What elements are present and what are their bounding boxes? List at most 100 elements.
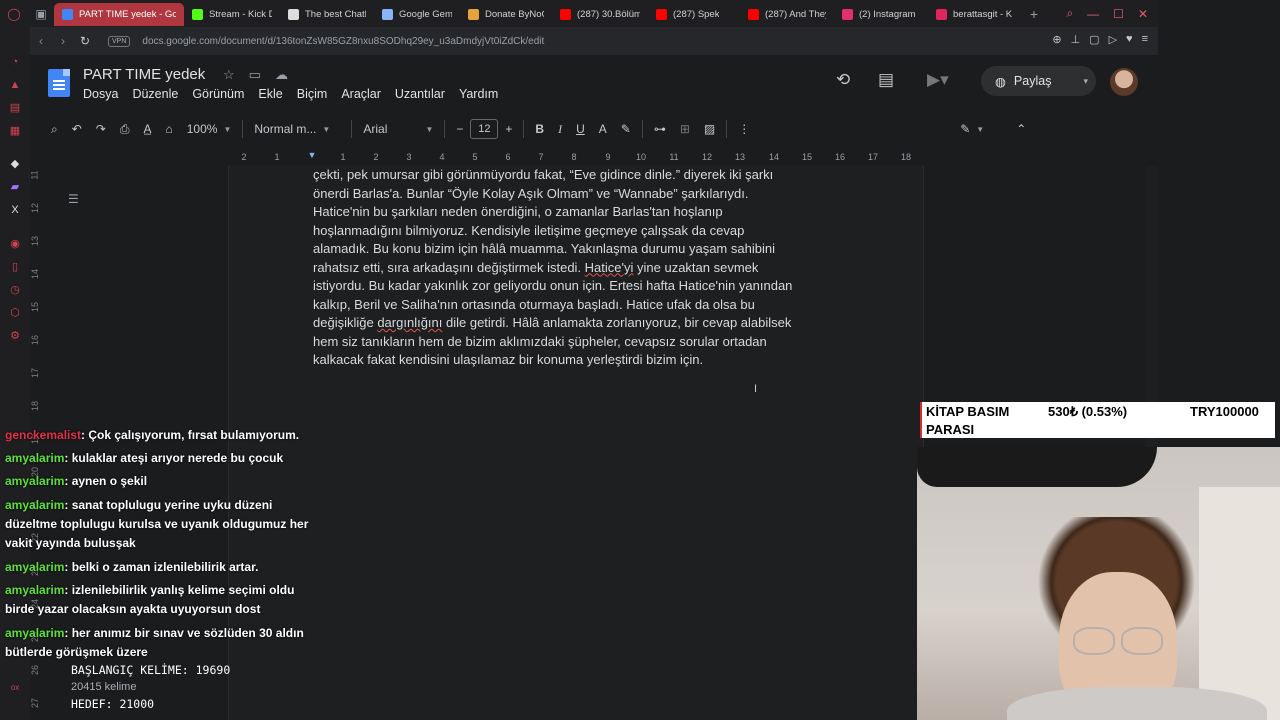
indent-marker-icon[interactable]: ▼ <box>308 150 317 160</box>
avatar[interactable] <box>1110 68 1138 96</box>
underline-icon[interactable]: U <box>569 122 592 136</box>
settings-icon[interactable]: ⚙ <box>8 329 22 343</box>
comments-icon[interactable]: ▤ <box>878 70 894 90</box>
font-size-input[interactable]: 12 <box>470 119 499 139</box>
zoom-icon[interactable]: ⊕ <box>1052 33 1061 46</box>
chat-username[interactable]: amyalarim <box>5 583 64 597</box>
increase-font-icon[interactable]: + <box>498 122 519 136</box>
move-folder-icon[interactable]: ▭ <box>249 67 261 83</box>
twitch-icon[interactable]: ▰ <box>8 180 22 194</box>
sidebar-icon-2[interactable]: ▲ <box>8 78 22 92</box>
star-icon[interactable]: ☆ <box>223 67 235 83</box>
spelling-error[interactable]: dargınlığını <box>377 315 442 330</box>
browser-tab[interactable]: (287) And They <box>740 3 834 26</box>
browser-tab[interactable]: Stream - Kick D <box>184 3 280 26</box>
back-icon[interactable]: ‹ <box>30 34 52 48</box>
editing-mode-icon[interactable]: ✎ ▼ <box>953 122 991 136</box>
document-title[interactable]: PART TIME yedek <box>83 66 205 83</box>
menu-item[interactable]: Dosya <box>83 87 118 101</box>
browser-tab[interactable]: berattasgit - Ki <box>928 3 1020 26</box>
browser-tab[interactable]: PART TIME yedek - Goog <box>54 3 184 26</box>
chat-username[interactable]: genckemalist <box>5 428 81 442</box>
chat-username[interactable]: amyalarim <box>5 626 64 640</box>
browser-tab[interactable]: Donate ByNoGa <box>460 3 552 26</box>
maximize-icon[interactable]: ☐ <box>1113 7 1124 21</box>
meet-icon[interactable]: ▶▾ <box>927 70 949 90</box>
reload-icon[interactable]: ↻ <box>74 34 96 48</box>
browser-tab[interactable]: Google Gemini <box>374 3 460 26</box>
sidebar-icon-3[interactable]: ▤ <box>8 101 22 115</box>
browser-tab[interactable]: (2) Instagram <box>834 3 928 26</box>
url-field[interactable]: docs.google.com/document/d/136tonZsW85GZ… <box>142 36 544 47</box>
word-count[interactable]: 20415 kelime <box>71 679 230 696</box>
ruler-number: 2 <box>241 152 247 162</box>
sidebar-icon-1[interactable]: ◔ <box>8 55 22 69</box>
snapshot-icon[interactable]: ▢ <box>1089 33 1099 46</box>
zoom-select[interactable]: 100% ▼ <box>180 122 239 136</box>
browser-tab[interactable]: (287) 30.Bölüm <box>552 3 648 26</box>
text-color-icon[interactable]: A <box>592 122 614 136</box>
style-select[interactable]: Normal m... ▼ <box>247 122 347 136</box>
chat-username[interactable]: amyalarim <box>5 560 64 574</box>
menu-item[interactable]: Düzenle <box>132 87 178 101</box>
bookmark-heart-icon[interactable]: ♥ <box>1126 33 1133 46</box>
search-tabs-icon[interactable]: ⌕ <box>1066 6 1073 21</box>
menu-item[interactable]: Görünüm <box>192 87 244 101</box>
spellcheck-icon[interactable]: A̲ <box>136 122 158 136</box>
minimize-icon[interactable]: — <box>1087 7 1099 21</box>
italic-icon[interactable]: I <box>551 122 569 137</box>
paint-format-icon[interactable]: ⌂ <box>158 122 179 136</box>
docs-logo-icon[interactable] <box>48 69 70 97</box>
horizontal-ruler[interactable]: 2 1 1 2 3 4 5 6 7 8 9 10 11 12 13 14 15 16 17 18 ▼ <box>228 150 924 166</box>
print-icon[interactable]: ⎙ <box>113 122 137 137</box>
opera-logo-icon[interactable]: ◯ <box>0 0 28 27</box>
easy-setup-icon[interactable]: ≡ <box>1142 33 1148 46</box>
extensions-icon[interactable]: ⬡ <box>8 306 22 320</box>
chat-username[interactable]: amyalarim <box>5 474 64 488</box>
close-icon[interactable]: ✕ <box>1138 7 1148 21</box>
sidebar-icon-6[interactable]: ◉ <box>8 237 22 251</box>
cloud-status-icon[interactable]: ☁ <box>275 67 288 83</box>
tab-menu-icon[interactable]: ▣ <box>28 0 54 27</box>
forward-icon[interactable]: › <box>52 34 74 48</box>
decrease-font-icon[interactable]: − <box>449 122 470 136</box>
sidebar-icon-4[interactable]: ▦ <box>8 124 22 138</box>
vpn-badge[interactable]: VPN <box>108 35 131 47</box>
link-icon[interactable]: ⊶ <box>647 122 673 136</box>
history-icon[interactable]: ◷ <box>8 283 22 297</box>
menu-item[interactable]: Araçlar <box>341 87 381 101</box>
undo-icon[interactable]: ↶ <box>65 122 89 136</box>
menu-item[interactable]: Yardım <box>459 87 498 101</box>
ruler-number: 6 <box>505 152 511 162</box>
browser-tab[interactable]: (287) Spek <box>648 3 740 26</box>
comment-icon[interactable]: ⊞ <box>673 122 697 136</box>
document-body[interactable]: çekti, pek umursar gibi görünmüyordu fak… <box>313 166 843 370</box>
new-tab-button[interactable]: + <box>1020 0 1048 27</box>
bookmark-icon[interactable]: ▯ <box>8 260 22 274</box>
chevron-down-icon[interactable]: ▾ <box>1083 76 1088 87</box>
menu-item[interactable]: Ekle <box>258 87 282 101</box>
highlight-icon[interactable]: ✎ <box>614 122 638 136</box>
menu-item[interactable]: Biçim <box>297 87 328 101</box>
browser-tab[interactable]: The best ChatB <box>280 3 374 26</box>
share-button[interactable]: ◍ Paylaş ▾ <box>981 66 1096 96</box>
version-history-icon[interactable]: ⟲ <box>836 70 850 90</box>
font-select[interactable]: Arial ▼ <box>356 122 440 136</box>
collapse-menus-icon[interactable]: ⌃ <box>1009 122 1033 136</box>
pin-icon[interactable]: ⊥ <box>1071 33 1081 46</box>
x-icon[interactable]: X <box>8 203 22 217</box>
chat-username[interactable]: amyalarim <box>5 498 64 512</box>
chat-username[interactable]: amyalarim <box>5 451 64 465</box>
spelling-error[interactable]: Hatice'yi <box>585 260 634 275</box>
more-options-icon[interactable]: ⋮ <box>731 122 757 136</box>
redo-icon[interactable]: ↷ <box>89 122 113 136</box>
sidebar-icon-5[interactable]: ◆ <box>8 157 22 171</box>
image-icon[interactable]: ▨ <box>697 122 722 136</box>
more-icon[interactable]: ox <box>8 681 22 695</box>
menu-item[interactable]: Uzantılar <box>395 87 445 101</box>
search-menus-icon[interactable]: ⌕ <box>44 122 65 137</box>
bold-icon[interactable]: B <box>528 122 551 136</box>
document-page[interactable]: çekti, pek umursar gibi görünmüyordu fak… <box>228 166 924 720</box>
play-icon[interactable]: ▷ <box>1109 33 1117 46</box>
document-outline-icon[interactable]: ☰ <box>68 192 79 206</box>
